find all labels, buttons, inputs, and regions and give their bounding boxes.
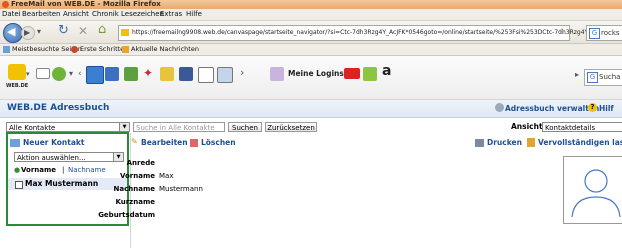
browser-search-box[interactable]: G rocks	[586, 25, 622, 41]
window-title-bar: FreeMail von WEB.DE - Mozilla Firefox	[0, 0, 622, 9]
logins-icon[interactable]	[270, 67, 284, 81]
help-icon: ?	[588, 103, 597, 112]
reload-icon[interactable]: ↻	[58, 24, 69, 37]
menu-ansicht[interactable]: Ansicht	[63, 9, 89, 20]
chevron-right-icon[interactable]: ›	[240, 67, 244, 79]
webde-toolbar: WEB.DE ▾ ▾ ‹ ✦ › Meine Logins a ▸ G Such…	[0, 56, 622, 100]
menu-lesezeichen[interactable]: Lesezeichen	[121, 9, 164, 20]
navigation-bar: ◀ ▶ ▾ ↻ ✕ ⌂ https://freemailng9908.web.d…	[0, 21, 622, 44]
delete-icon	[190, 139, 198, 147]
complete-link[interactable]: Vervollständigen lasse	[538, 138, 622, 147]
first-steps-icon	[71, 46, 78, 53]
menu-datei[interactable]: Datei	[2, 9, 21, 20]
delete-link[interactable]: Löschen	[201, 138, 236, 147]
puzzle-icon[interactable]	[363, 67, 377, 81]
toolbar-search-field[interactable]: G Sucha	[584, 69, 622, 86]
contacts-select[interactable]: Alle Kontakte ▼	[6, 122, 130, 132]
window-title: FreeMail von WEB.DE - Mozilla Firefox	[11, 0, 161, 8]
gear-icon	[495, 103, 504, 112]
field-label-nachname: Nachname	[113, 185, 155, 193]
manage-addressbook-link[interactable]: Adressbuch verwalten	[505, 100, 599, 117]
menu-bearbeiten[interactable]: Bearbeiten	[22, 9, 60, 20]
back-button[interactable]: ◀	[3, 23, 23, 43]
site-favicon	[121, 29, 129, 36]
person-icon	[571, 169, 621, 218]
stop-icon[interactable]: ✕	[78, 25, 88, 37]
addressbook-icon[interactable]	[86, 66, 104, 84]
forward-button[interactable]: ▶	[21, 26, 35, 40]
print-link[interactable]: Drucken	[487, 138, 522, 147]
edit-icon: ✎	[131, 137, 138, 146]
new-contact-icon	[10, 139, 20, 147]
otto-icon[interactable]	[344, 68, 360, 79]
dropdown-arrow-icon[interactable]: ▾	[37, 26, 41, 38]
toolbar-search-placeholder: Sucha	[599, 73, 621, 81]
logo-dropdown-icon[interactable]: ▾	[26, 68, 30, 80]
view-label: Ansicht	[511, 122, 543, 131]
menu-hilfe[interactable]: Hilfe	[186, 9, 202, 20]
reset-button[interactable]: Zurücksetzen	[265, 122, 317, 132]
bookmark-star-icon[interactable]: ☆	[558, 27, 566, 37]
bookmarks-bar: Meistbesuchte Seiten Erste Schritte Aktu…	[0, 44, 622, 56]
sort-firstname[interactable]: Vorname	[21, 166, 56, 174]
most-visited-icon	[3, 46, 10, 53]
menu-extras[interactable]: Extras	[160, 9, 182, 20]
edit-link[interactable]: Bearbeiten	[141, 138, 188, 147]
action-select-value: Aktion auswählen...	[17, 154, 86, 162]
url-bar[interactable]: https://freemailng9908.web.de/canvaspage…	[118, 25, 588, 41]
facebook-icon[interactable]	[179, 67, 193, 81]
firefox-icon	[2, 1, 9, 8]
pin-icon[interactable]: ✦	[143, 67, 153, 79]
chevron-down-icon: ▼	[119, 123, 129, 131]
document-icon[interactable]	[198, 67, 214, 83]
field-label-vorname: Vorname	[119, 172, 155, 180]
sort-separator: |	[62, 166, 65, 174]
search-button[interactable]: Suchen	[228, 122, 262, 132]
field-value-vorname: Max	[159, 172, 174, 180]
field-value-nachname: Mustermann	[159, 185, 203, 193]
home-icon[interactable]: ⌂	[98, 23, 106, 36]
messages-icon[interactable]	[217, 67, 233, 83]
toolbar-dropdown-icon[interactable]: ▾	[69, 68, 73, 80]
view-select[interactable]: Kontaktdetails	[542, 122, 622, 132]
contact-name: Max Mustermann	[25, 179, 99, 188]
help-link[interactable]: Hilf	[599, 100, 614, 117]
toolbar-more-icon[interactable]: ▸	[575, 69, 579, 81]
calendar-icon[interactable]	[105, 67, 119, 81]
search-icon: G	[587, 72, 598, 83]
arrow-left-icon: ◀	[7, 25, 16, 38]
chat-icon[interactable]	[52, 67, 66, 81]
app-header: WEB.DE Adressbuch Adressbuch verwalten ?…	[0, 100, 622, 118]
bookmark-news[interactable]: Aktuelle Nachrichten	[131, 44, 199, 55]
field-label-anrede: Anrede	[126, 159, 155, 167]
chevron-left-icon[interactable]: ‹	[78, 68, 82, 80]
menu-bar: Datei Bearbeiten Ansicht Chronik Lesezei…	[0, 9, 622, 21]
url-text: https://freemailng9908.web.de/canvaspage…	[132, 29, 589, 36]
contacts-select-value: Alle Kontakte	[9, 124, 56, 132]
avatar	[563, 156, 622, 224]
contact-checkbox[interactable]	[15, 181, 23, 189]
logins-label[interactable]: Meine Logins	[288, 69, 344, 78]
new-contact-link[interactable]: Neuer Kontakt	[23, 138, 85, 147]
shopping-icon[interactable]	[160, 67, 174, 81]
amazon-icon[interactable]: a	[382, 64, 391, 78]
sort-icon: ●	[14, 166, 21, 174]
bookmark-first-steps[interactable]: Erste Schritte	[80, 44, 124, 55]
view-select-value: Kontaktdetails	[545, 124, 596, 132]
browser-search-text: rocks	[601, 29, 620, 37]
webde-logo[interactable]	[8, 64, 26, 80]
google-icon: G	[589, 28, 600, 39]
webde-logo-text: WEB.DE	[6, 83, 29, 89]
page-title: WEB.DE Adressbuch	[7, 103, 110, 113]
photo-icon[interactable]	[124, 67, 138, 81]
field-label-geburtsdatum: Geburtsdatum	[98, 211, 155, 219]
print-icon	[475, 139, 484, 147]
complete-icon	[527, 138, 535, 147]
field-label-kurzname: Kurzname	[115, 198, 155, 206]
menu-chronik[interactable]: Chronik	[92, 9, 119, 20]
contact-search-input[interactable]: Suche in Alle Kontakte	[133, 122, 225, 132]
rss-icon	[122, 46, 129, 53]
mail-icon[interactable]	[36, 68, 50, 79]
arrow-right-icon: ▶	[24, 28, 31, 37]
